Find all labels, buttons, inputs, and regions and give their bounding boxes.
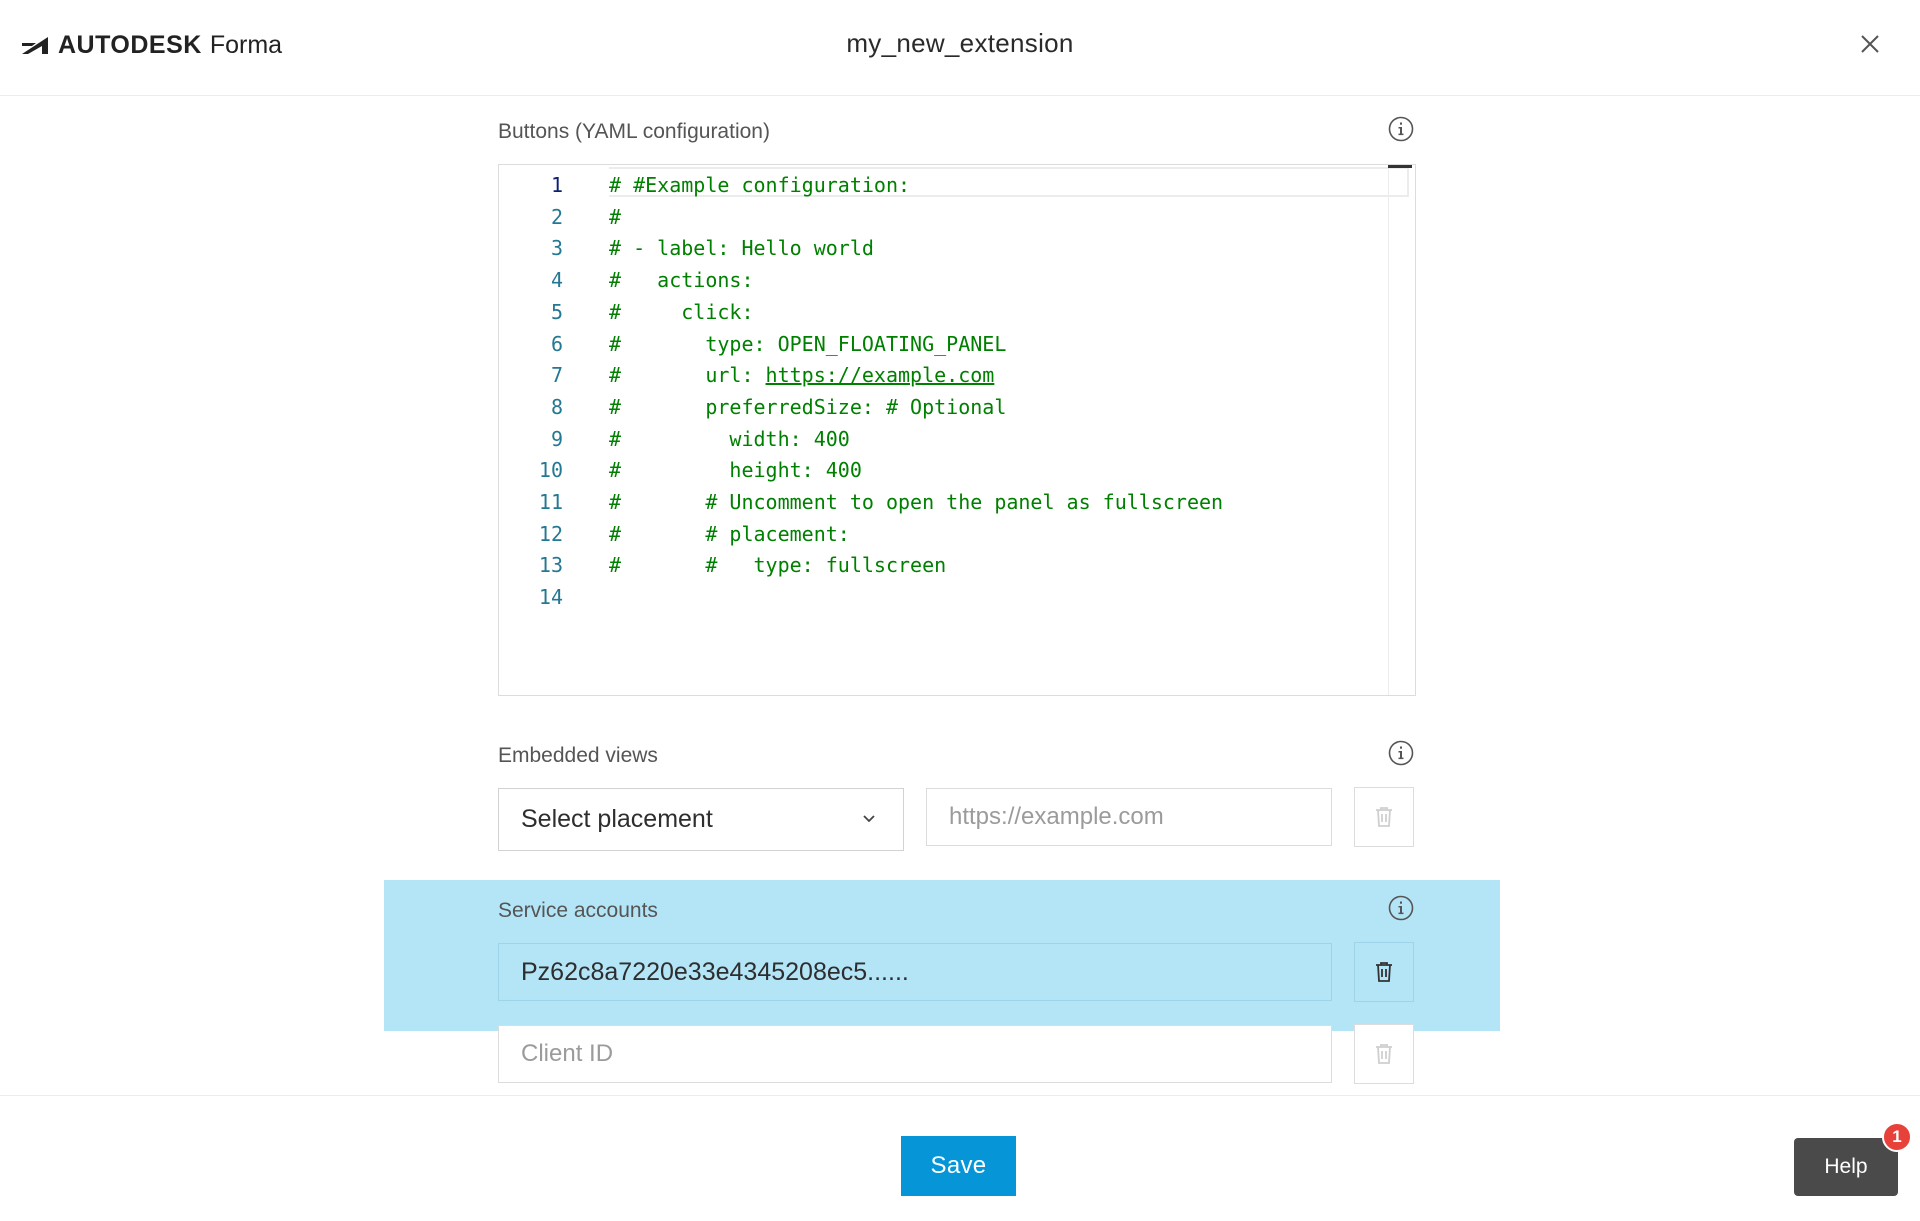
help-button[interactable]: Help: [1794, 1138, 1898, 1196]
code-line[interactable]: 5 # click:: [499, 296, 1379, 328]
embedded-view-delete-button[interactable]: [1354, 787, 1414, 847]
code-text-content: # - label: Hello world: [609, 236, 874, 261]
buttons-section-label: Buttons (YAML configuration): [498, 120, 770, 143]
code-text: # #Example configuration:: [609, 169, 910, 201]
service-account-delete-button[interactable]: [1354, 942, 1414, 1002]
line-number: 11: [538, 490, 563, 514]
code-text-content: # actions:: [609, 268, 754, 293]
buttons-info-icon[interactable]: [1388, 116, 1414, 142]
line-number: 2: [550, 204, 563, 229]
code-link[interactable]: https://example.com: [766, 363, 995, 387]
line-number: 1: [550, 173, 563, 197]
code-text: # - label: Hello world: [609, 232, 874, 264]
header-bar: AUTODESK Forma my_new_extension: [0, 0, 1920, 96]
code-text-content: # type: OPEN_FLOATING_PANEL: [609, 331, 1007, 356]
code-text-content: #: [609, 204, 622, 229]
line-number: 4: [550, 268, 563, 293]
code-line[interactable]: 3 # - label: Hello world: [499, 232, 1379, 264]
code-text: # width: 400: [609, 423, 850, 455]
code-line[interactable]: 4 # actions:: [499, 264, 1379, 296]
page-title: my_new_extension: [846, 28, 1074, 58]
code-line[interactable]: 14: [499, 581, 1379, 613]
code-text-content: # click:: [609, 299, 754, 324]
service-account-value: Pz62c8a7220e33e4345208ec5......: [521, 957, 909, 986]
code-line[interactable]: 12 # # placement:: [499, 518, 1379, 550]
help-notification-badge: 1: [1882, 1122, 1912, 1152]
code-text-content: # # Uncomment to open the panel as fulls…: [609, 490, 1224, 514]
placement-select-value: Select placement: [521, 805, 713, 833]
client-id-placeholder: Client ID: [521, 1040, 614, 1067]
code-line[interactable]: 13 # # type: fullscreen: [499, 549, 1379, 581]
embedded-views-label: Embedded views: [498, 744, 658, 767]
code-line[interactable]: 10 # height: 400: [499, 454, 1379, 486]
client-id-input[interactable]: Client ID: [498, 1025, 1332, 1083]
code-text: # # placement:: [609, 518, 850, 550]
service-accounts-info-icon[interactable]: [1388, 895, 1414, 921]
code-text: # preferredSize: # Optional: [609, 391, 1006, 423]
trash-icon: [1376, 807, 1392, 827]
code-text-content: # url:: [609, 363, 766, 388]
code-text-content: # height: 400: [609, 458, 862, 483]
line-number: 8: [550, 394, 563, 419]
code-text-content: # width: 400: [609, 426, 850, 451]
embedded-view-url-input[interactable]: https://example.com: [926, 788, 1332, 846]
editor-scrollbar-thumb[interactable]: [1388, 165, 1412, 168]
embedded-view-url-placeholder: https://example.com: [949, 803, 1164, 830]
trash-icon: [1376, 962, 1392, 982]
chevron-down-icon: [863, 815, 875, 823]
client-id-delete-button[interactable]: [1354, 1024, 1414, 1084]
service-accounts-label: Service accounts: [498, 899, 658, 922]
code-line[interactable]: 8 # preferredSize: # Optional: [499, 391, 1379, 423]
code-text: # actions:: [609, 264, 754, 296]
code-text: # # Uncomment to open the panel as fulls…: [609, 486, 1223, 518]
code-line[interactable]: 7 # url: https://example.com: [499, 359, 1379, 391]
code-line[interactable]: 9 # width: 400: [499, 423, 1379, 455]
editor-scrollbar[interactable]: [1388, 165, 1415, 695]
code-text: #: [609, 201, 621, 233]
code-text-content: # #Example configuration:: [609, 173, 911, 197]
close-icon: [1861, 35, 1879, 53]
code-line[interactable]: 1 # #Example configuration:: [499, 169, 1379, 201]
code-text: # url: https://example.com: [609, 359, 994, 391]
line-number: 3: [550, 236, 563, 261]
trash-icon: [1376, 1044, 1392, 1064]
service-account-input[interactable]: Pz62c8a7220e33e4345208ec5......: [498, 943, 1332, 1001]
code-line[interactable]: 2 #: [499, 201, 1379, 233]
line-number: 10: [538, 458, 563, 483]
line-number: 9: [550, 426, 563, 451]
line-number: 13: [538, 553, 563, 578]
code-line[interactable]: 6 # type: OPEN_FLOATING_PANEL: [499, 328, 1379, 360]
code-text: # type: OPEN_FLOATING_PANEL: [609, 328, 1006, 360]
code-text-content: # # type: fullscreen: [609, 553, 947, 578]
code-text: # # type: fullscreen: [609, 549, 946, 581]
line-number: 12: [538, 521, 563, 546]
line-number: 5: [550, 299, 563, 324]
embedded-views-info-icon[interactable]: [1388, 740, 1414, 766]
code-text-content: # # placement:: [609, 521, 850, 546]
code-text: # click:: [609, 296, 754, 328]
yaml-code-editor[interactable]: 1 # #Example configuration: 2 #3 # - label: …: [498, 164, 1416, 696]
code-text: # height: 400: [609, 454, 862, 486]
line-number: 7: [550, 363, 563, 388]
line-number: 6: [550, 331, 563, 356]
code-line[interactable]: 11 # # Uncomment to open the panel as ful…: [499, 486, 1379, 518]
save-button[interactable]: Save: [901, 1136, 1016, 1196]
code-text-content: # preferredSize: # Optional: [609, 394, 1007, 419]
placement-select[interactable]: Select placement: [498, 788, 904, 851]
line-number: 14: [538, 585, 563, 610]
close-button[interactable]: [1856, 30, 1884, 58]
